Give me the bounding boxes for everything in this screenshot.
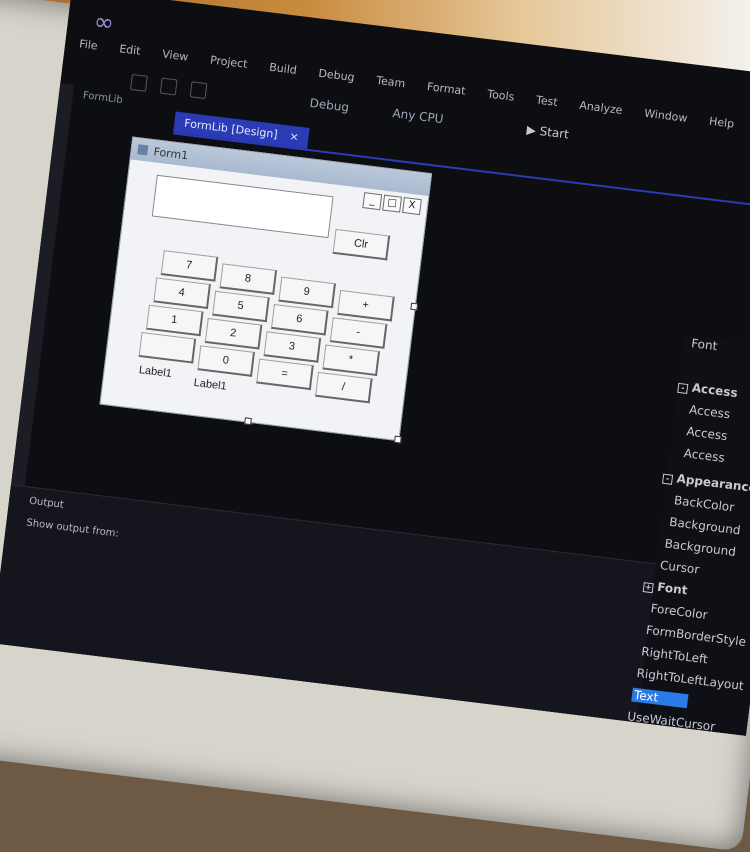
calc-button-9[interactable]: 9 [278, 276, 336, 309]
menu-file[interactable]: File [78, 37, 98, 52]
menu-edit[interactable]: Edit [119, 42, 142, 58]
label1: Label1 [138, 364, 173, 380]
prop-formborderstyle[interactable]: FormBorderStyle [645, 623, 747, 649]
output-show-from[interactable]: Show output from: [26, 517, 120, 539]
undo-icon[interactable] [130, 73, 148, 92]
menu-format[interactable]: Format [426, 80, 466, 98]
calc-button-3[interactable]: 3 [263, 331, 322, 363]
save-icon[interactable] [159, 77, 178, 96]
resize-handle-right[interactable] [410, 302, 419, 311]
close-button[interactable]: X [402, 197, 422, 216]
calc-button-7[interactable]: 7 [160, 250, 219, 282]
prop-text-selected[interactable]: Text [631, 687, 689, 709]
form-title: Form1 [152, 144, 189, 162]
calc-button-4[interactable]: 4 [153, 277, 211, 309]
prop-appearance[interactable]: - Appearance [661, 470, 750, 495]
prop-access-1[interactable]: Access [688, 402, 730, 421]
expand-icon[interactable]: - [677, 382, 689, 394]
maximize-button[interactable]: □ [382, 194, 403, 213]
prop-cursor[interactable]: Cursor [659, 558, 700, 577]
form-icon [137, 144, 149, 156]
display-textbox[interactable] [151, 174, 334, 239]
menu-test[interactable]: Test [535, 93, 558, 109]
properties-panel: Font - Access Access Access Access - Appea… [627, 335, 750, 736]
menu-team[interactable]: Team [376, 74, 406, 90]
menu-analyze[interactable]: Analyze [579, 99, 624, 117]
calc-button-0[interactable]: 0 [197, 345, 256, 377]
resize-handle-bottom[interactable] [244, 417, 252, 426]
save-all-icon[interactable] [189, 81, 208, 100]
config-select[interactable]: Debug [309, 96, 350, 117]
calc-button-8[interactable]: 8 [219, 263, 278, 295]
prop-background-1[interactable]: Background [669, 515, 742, 538]
clear-button[interactable]: Clr [332, 228, 391, 261]
side-label: FormLib [82, 90, 124, 106]
calc-button-blank[interactable] [138, 332, 197, 364]
prop-background-2[interactable]: Background [664, 536, 737, 559]
calc-button-1[interactable]: 1 [145, 304, 204, 337]
calc-button-minus[interactable]: - [329, 317, 388, 349]
start-button[interactable]: ▶ Start [526, 123, 570, 144]
designer-form[interactable]: Form1 _ □ X Clr 7 8 9 + 4 5 6 - 1 2 3 * … [99, 136, 433, 444]
window-controls: _ □ X [362, 192, 422, 216]
calc-button-equals[interactable]: = [256, 358, 314, 391]
calc-button-plus[interactable]: + [337, 289, 395, 322]
prop-righttoleft[interactable]: RightToLeft [641, 644, 709, 666]
prop-forecolor[interactable]: ForeColor [650, 601, 708, 622]
visual-studio-logo-icon: ∞ [92, 7, 116, 38]
menu-tools[interactable]: Tools [487, 87, 515, 103]
prop-access-3[interactable]: Access [683, 446, 725, 465]
menu-debug[interactable]: Debug [318, 67, 356, 84]
calc-button-2[interactable]: 2 [204, 318, 263, 350]
prop-accessibility[interactable]: - Access [677, 379, 738, 400]
calc-button-5[interactable]: 5 [212, 290, 270, 323]
menu-help[interactable]: Help [708, 115, 734, 131]
prop-font[interactable]: Font [690, 336, 718, 353]
expand-icon[interactable]: - [661, 473, 674, 485]
prop-backcolor[interactable]: BackColor [673, 493, 735, 514]
calc-button-multiply[interactable]: * [322, 344, 381, 377]
menu-project[interactable]: Project [209, 53, 248, 70]
platform-select[interactable]: Any CPU [392, 106, 444, 128]
label2: Label1 [193, 376, 228, 393]
prop-access-2[interactable]: Access [686, 424, 728, 443]
menu-view[interactable]: View [162, 48, 189, 64]
visual-studio-screen: ∞ File Edit View Project Build Debug Tea… [0, 0, 750, 736]
calc-button-divide[interactable]: / [315, 371, 373, 404]
calc-button-6[interactable]: 6 [270, 303, 329, 336]
minimize-button[interactable]: _ [362, 192, 383, 211]
close-icon[interactable]: × [289, 130, 300, 144]
expand-icon[interactable]: + [642, 582, 654, 594]
menu-build[interactable]: Build [269, 61, 298, 77]
output-title: Output [28, 495, 65, 511]
resize-handle-corner[interactable] [393, 435, 402, 444]
menu-window[interactable]: Window [643, 107, 688, 125]
